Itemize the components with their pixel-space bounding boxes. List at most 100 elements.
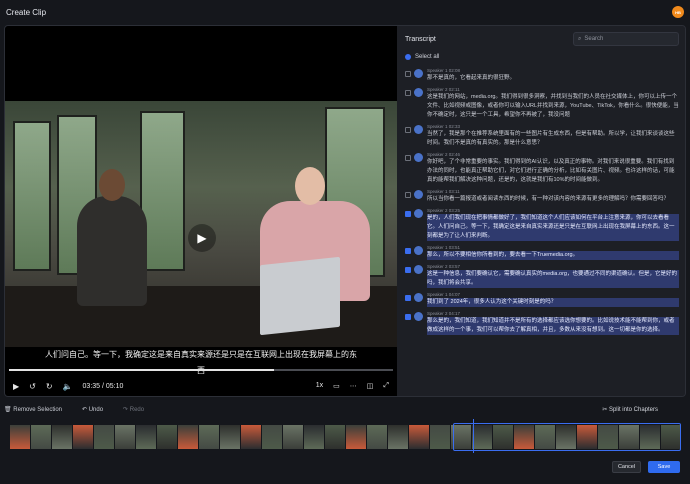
speed-button[interactable]: 1x <box>316 382 323 390</box>
entry-checkbox[interactable] <box>405 155 411 161</box>
timeline-playhead[interactable] <box>473 419 474 453</box>
entry-meta: Speaker 2 02:11 <box>427 87 460 92</box>
timeline-thumbnail[interactable] <box>31 425 51 449</box>
undo-button[interactable]: ↶ Undo <box>82 406 113 413</box>
transcript-entry[interactable]: Speaker 1 02:33 当然了，我是那个在推荐系统里面有的一些图片有生成东… <box>405 124 679 148</box>
player-controls: ▶ ↺ ↻ 🔈 03:35 / 05:10 1x ▭ ⋯ ◫ ⤢ <box>5 376 397 396</box>
timeline-thumbnail[interactable] <box>262 425 282 449</box>
entry-body: Speaker 2 03:25 是的，人们我们现在把事情都做好了，我们知道这个人们… <box>427 208 679 241</box>
entry-checkbox[interactable] <box>405 248 411 254</box>
pip-icon[interactable]: ◫ <box>367 382 374 390</box>
timeline-thumbnail[interactable] <box>115 425 135 449</box>
entry-checkbox[interactable] <box>405 192 411 198</box>
remove-selection-label: Remove Selection <box>13 406 62 413</box>
split-chapters-label: Split into Chapters <box>608 406 658 413</box>
search-icon: ⌕ <box>578 35 582 42</box>
timeline-thumbnail[interactable] <box>199 425 219 449</box>
transcript-entry[interactable]: Speaker 1 02:08 那不是真的，它看起来真的很狂野。 <box>405 68 679 83</box>
progress-fill <box>9 369 274 371</box>
speaker-avatar <box>414 69 423 78</box>
play-overlay-icon[interactable]: ▶ <box>188 224 216 252</box>
search-input[interactable]: ⌕ Search <box>573 32 679 46</box>
entry-body: Speaker 1 02:08 那不是真的，它看起来真的很狂野。 <box>427 68 679 83</box>
entry-body: Speaker 1 03:51 那么，所以不要相信你所看到的，要去看一下Truem… <box>427 245 679 260</box>
entry-text: 这是一种信息，我们要确认它，需要确认真实的media.org，也要通过不同的渠道… <box>427 270 679 288</box>
entry-checkbox[interactable] <box>405 211 411 217</box>
entry-body: Speaker 2 04:17 那么是的，我们知道，我们知道并不是所有的选择都应该… <box>427 311 679 335</box>
entry-text: 所以当你看一篇报道或者阅读东西的时候，有一种对该内容的来源有更多的理解吗？你需要… <box>427 196 670 202</box>
entry-checkbox[interactable] <box>405 127 411 133</box>
speaker-avatar <box>414 190 423 199</box>
select-all-icon <box>405 54 411 60</box>
timeline-thumbnail[interactable] <box>94 425 114 449</box>
timeline-thumbnail[interactable] <box>136 425 156 449</box>
entry-checkbox[interactable] <box>405 314 411 320</box>
cancel-button[interactable]: Cancel <box>612 461 641 473</box>
redo-button[interactable]: ↷ Redo <box>123 406 154 413</box>
transcript-entry[interactable]: Speaker 2 04:17 那么是的，我们知道，我们知道并不是所有的选择都应该… <box>405 311 679 335</box>
video-player[interactable]: ▶ 人们问自己。等一下，我确定这是来自真实来源还是只是在互联网上出现在我屏幕上的… <box>5 26 397 396</box>
timeline-selection[interactable] <box>453 423 681 451</box>
entry-meta: Speaker 2 03:25 <box>427 208 461 213</box>
timeline-thumbnail[interactable] <box>304 425 324 449</box>
person-left <box>77 196 147 306</box>
progress-bar[interactable] <box>9 369 393 371</box>
transcript-entry[interactable]: Speaker 2 03:57 这是一种信息，我们要确认它，需要确认真实的medi… <box>405 264 679 288</box>
transcript-entry[interactable]: Speaker 2 02:11 这是我们的网站，media.org。我们得到很多洞… <box>405 87 679 120</box>
timeline-thumbnail[interactable] <box>325 425 345 449</box>
entry-meta: Speaker 1 03:51 <box>427 245 461 250</box>
speaker-avatar <box>414 153 423 162</box>
video-frame[interactable]: ▶ <box>5 101 397 347</box>
transcript-entry[interactable]: Speaker 1 03:11 所以当你看一篇报道或者阅读东西的时候，有一种对该内… <box>405 189 679 204</box>
time-display: 03:35 / 05:10 <box>82 382 124 390</box>
transcript-entry[interactable]: Speaker 1 03:51 那么，所以不要相信你所看到的，要去看一下Truem… <box>405 245 679 260</box>
transcript-list: Speaker 1 02:08 那不是真的，它看起来真的很狂野。 Speaker 2… <box>405 68 679 368</box>
timeline-thumbnail[interactable] <box>10 425 30 449</box>
timeline-thumbnail[interactable] <box>73 425 93 449</box>
entry-text: 当然了，我是那个在推荐系统里面有的一些图片有生成东西，但是有帮助。所以学，让我们… <box>427 131 675 146</box>
forward-icon[interactable]: ↻ <box>46 382 53 391</box>
timeline-thumbnail[interactable] <box>52 425 72 449</box>
transcript-entry[interactable]: Speaker 2 02:46 你好吧，了个非常重要的事实。我们得到的AI认识，以… <box>405 152 679 185</box>
entry-checkbox[interactable] <box>405 90 411 96</box>
person-right-head <box>295 167 325 205</box>
timeline-thumbnail[interactable] <box>388 425 408 449</box>
transcript-panel: Transcript ⌕ Search Select all Speaker 1… <box>397 26 685 396</box>
window-title: Create Clip <box>6 7 47 17</box>
rewind-icon[interactable]: ↺ <box>29 382 36 391</box>
transcript-entry[interactable]: Speaker 2 03:25 是的，人们我们现在把事情都做好了，我们知道这个人们… <box>405 208 679 241</box>
timeline-thumbnail[interactable] <box>409 425 429 449</box>
timeline-thumbnail[interactable] <box>178 425 198 449</box>
play-icon[interactable]: ▶ <box>13 382 19 391</box>
remove-selection-button[interactable]: 🗑 Remove Selection <box>4 406 72 413</box>
timeline-thumbnail[interactable] <box>367 425 387 449</box>
entry-checkbox[interactable] <box>405 71 411 77</box>
entry-meta: Speaker 1 04:07 <box>427 292 461 297</box>
timeline-thumbnail[interactable] <box>157 425 177 449</box>
fullscreen-icon[interactable]: ⤢ <box>383 382 389 390</box>
timeline-thumbnail[interactable] <box>346 425 366 449</box>
select-all-toggle[interactable]: Select all <box>405 52 679 62</box>
split-chapters-button[interactable]: ✂ Split into Chapters <box>602 406 668 413</box>
entry-checkbox[interactable] <box>405 295 411 301</box>
entry-text: 你好吧，了个非常重要的事实。我们得到的AI认识，以及真正的事物。对我们来说很重要… <box>427 159 675 183</box>
user-avatar[interactable]: HB <box>672 6 684 18</box>
more-icon[interactable]: ⋯ <box>350 382 357 390</box>
entry-body: Speaker 2 02:46 你好吧，了个非常重要的事实。我们得到的AI认识，以… <box>427 152 679 185</box>
timeline-thumbnail[interactable] <box>430 425 450 449</box>
entry-text: 那么是的，我们知道，我们知道并不是所有的选择都应该选你想要的。比如说技术能不能帮… <box>427 317 679 335</box>
transcript-entry[interactable]: Speaker 1 04:07 我们到了 2024年，很多人认为这个关键时刻是的吗… <box>405 292 679 307</box>
volume-icon[interactable]: 🔈 <box>63 382 73 391</box>
entry-text: 那不是真的，它看起来真的很狂野。 <box>427 75 516 81</box>
speaker-avatar <box>414 312 423 321</box>
speaker-avatar <box>414 265 423 274</box>
timeline-thumbnail[interactable] <box>241 425 261 449</box>
person-left-head <box>99 169 125 201</box>
entry-text: 这是我们的网站，media.org。我们得到很多洞察，并找到当我们的人员在社交媒… <box>427 94 679 118</box>
save-button[interactable]: Save <box>648 461 680 473</box>
speaker-avatar <box>414 209 423 218</box>
timeline-thumbnail[interactable] <box>283 425 303 449</box>
captions-icon[interactable]: ▭ <box>333 382 340 390</box>
timeline-thumbnail[interactable] <box>220 425 240 449</box>
entry-checkbox[interactable] <box>405 267 411 273</box>
